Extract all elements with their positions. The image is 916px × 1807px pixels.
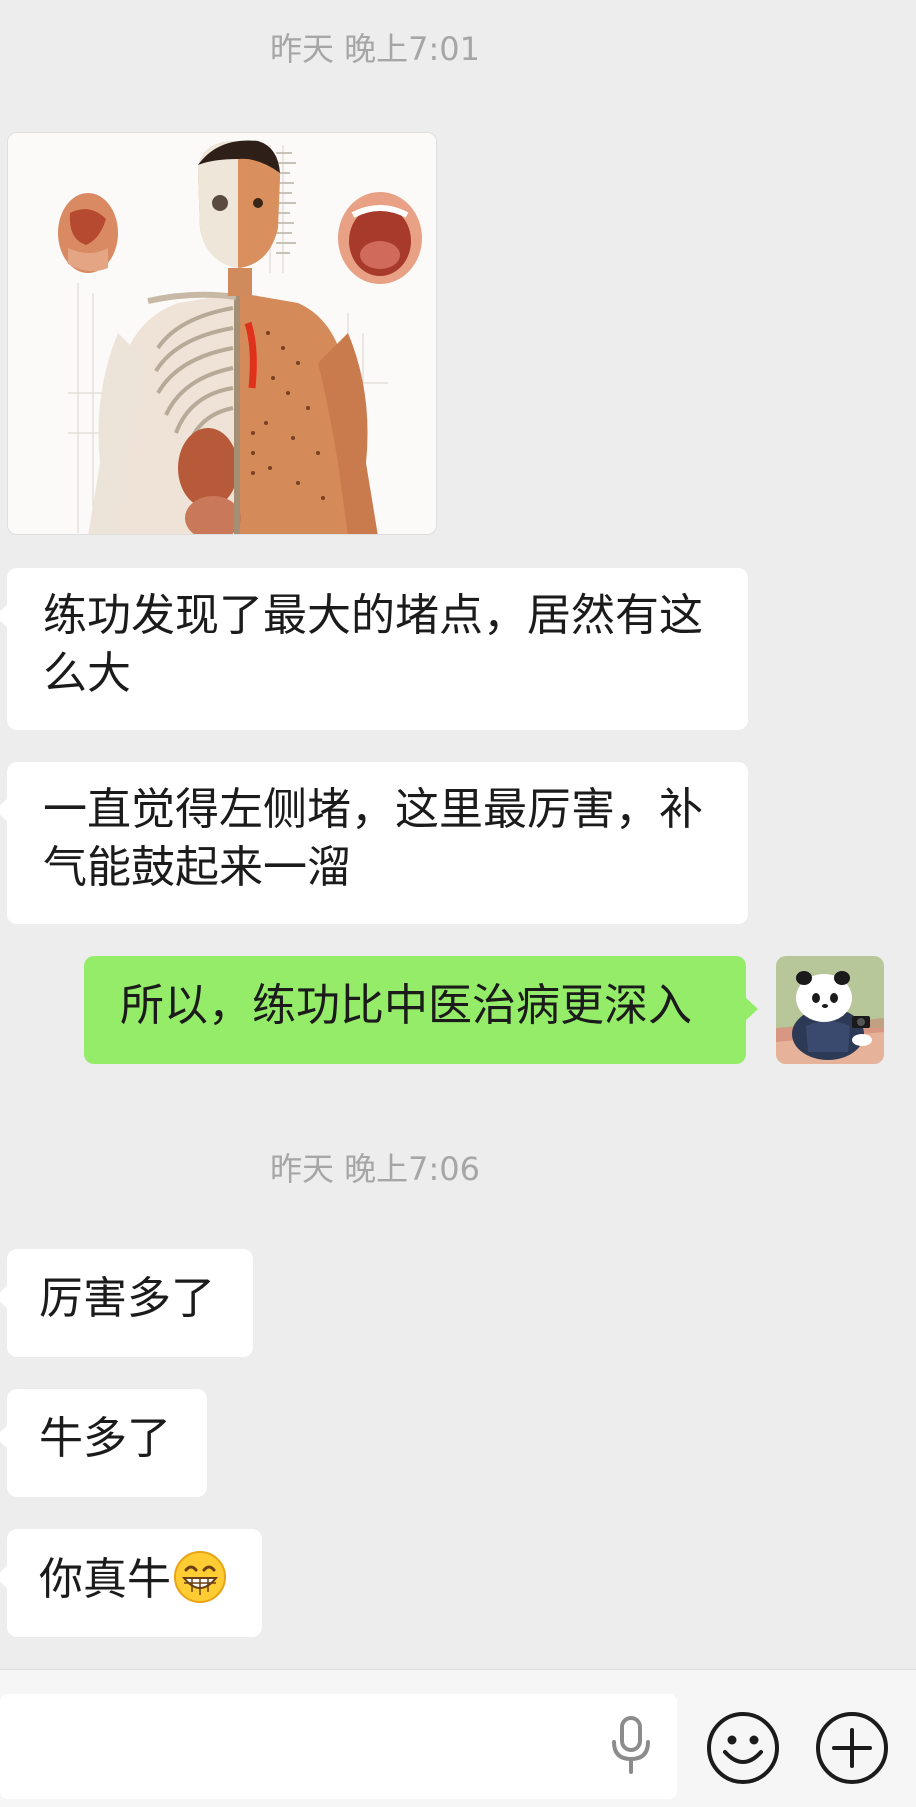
timestamp: 昨天 晚上7:01 xyxy=(269,30,481,68)
acupuncture-chart-image xyxy=(8,133,436,534)
panda-avatar-icon xyxy=(776,956,884,1064)
timestamp: 昨天 晚上7:06 xyxy=(269,1150,481,1188)
my-avatar[interactable] xyxy=(776,956,884,1064)
message-text: 练功发现了最大的堵点，居然有这么大 xyxy=(43,590,703,699)
outgoing-message-bubble[interactable]: 所以，练功比中医治病更深入 xyxy=(84,956,758,1064)
plus-icon[interactable] xyxy=(814,1710,890,1786)
message-input[interactable] xyxy=(0,1694,677,1799)
grin-emoji-icon xyxy=(174,1551,226,1603)
message-bubble[interactable]: 厉害多了 xyxy=(0,1249,253,1357)
message-text: 厉害多了 xyxy=(39,1273,215,1324)
input-bar xyxy=(0,1669,916,1807)
image-message[interactable] xyxy=(7,132,437,535)
message-text: 你真牛 xyxy=(39,1554,171,1605)
message-text: 一直觉得左侧堵，这里最厉害，补气能鼓起来一溜 xyxy=(43,784,703,893)
nose-section-icon xyxy=(58,193,118,273)
message-bubble[interactable]: 练功发现了最大的堵点，居然有这么大 xyxy=(0,568,748,730)
message-bubble[interactable]: 牛多了 xyxy=(0,1389,207,1497)
message-text: 所以，练功比中医治病更深入 xyxy=(120,980,692,1031)
mouth-icon xyxy=(338,192,422,284)
message-bubble[interactable]: 你真牛 xyxy=(0,1529,262,1637)
smiley-icon[interactable] xyxy=(705,1710,781,1786)
message-text: 牛多了 xyxy=(39,1413,171,1464)
microphone-icon[interactable] xyxy=(605,1714,657,1776)
message-bubble[interactable]: 一直觉得左侧堵，这里最厉害，补气能鼓起来一溜 xyxy=(0,762,748,924)
